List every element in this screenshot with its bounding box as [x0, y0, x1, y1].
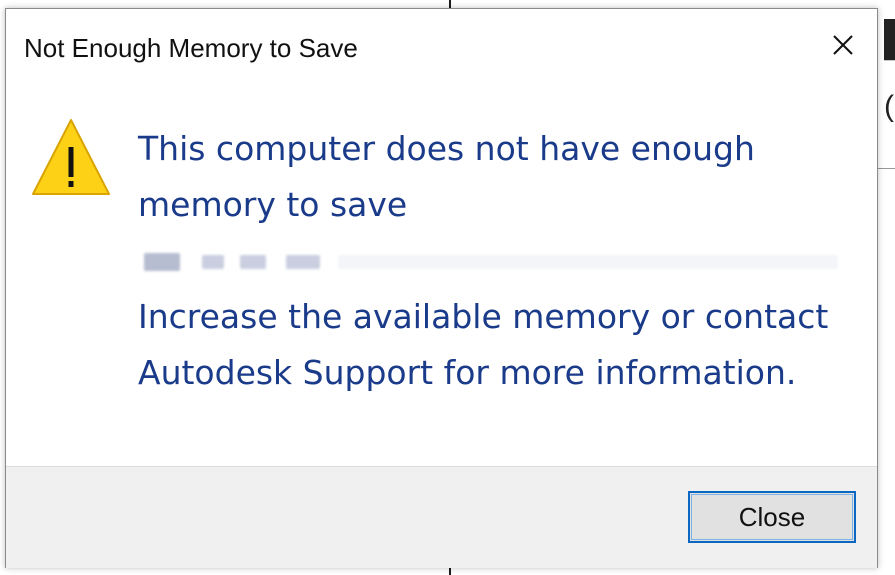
background-glyph: (	[884, 90, 894, 123]
message-line: Increase the available memory or contact	[138, 297, 829, 336]
message-line: memory to save	[138, 185, 408, 224]
close-button[interactable]: Close	[688, 491, 856, 543]
memory-error-dialog: Not Enough Memory to Save This computer …	[5, 8, 878, 568]
redacted-file-path	[138, 233, 868, 289]
dialog-title: Not Enough Memory to Save	[24, 33, 358, 63]
close-icon[interactable]	[818, 25, 868, 65]
warning-icon	[30, 117, 112, 199]
message-line: This computer does not have enough	[138, 129, 755, 168]
message-line: Autodesk Support for more information.	[138, 353, 797, 392]
title-bar[interactable]: Not Enough Memory to Save	[6, 9, 877, 85]
background-glyph: ▌	[884, 22, 895, 56]
dialog-footer: Close	[6, 466, 877, 568]
background-rule	[878, 168, 895, 169]
error-message: This computer does not have enough memor…	[138, 121, 868, 401]
